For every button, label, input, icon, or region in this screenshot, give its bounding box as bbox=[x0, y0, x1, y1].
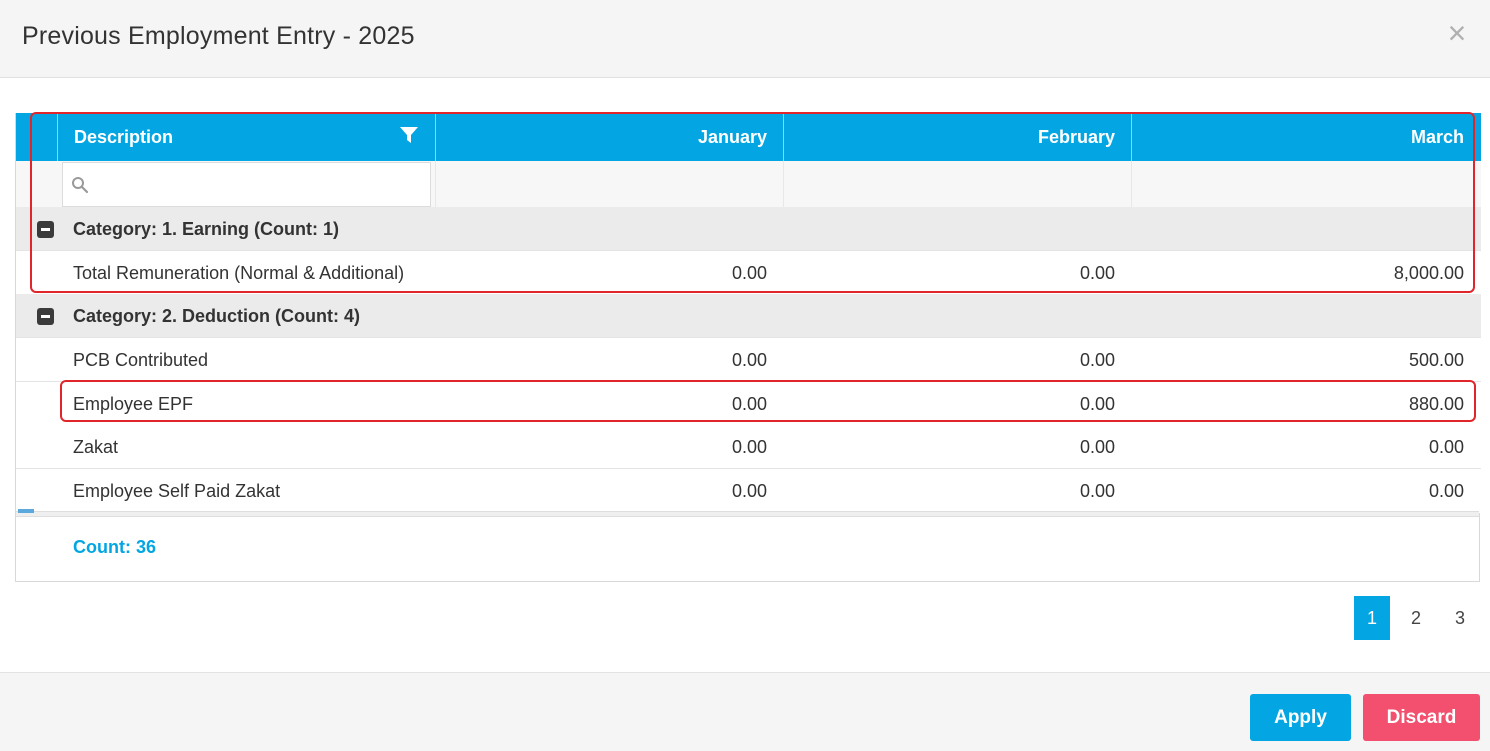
page-button-3[interactable]: 3 bbox=[1442, 596, 1478, 640]
group-row-earning: Category: 1. Earning (Count: 1) bbox=[16, 207, 1481, 251]
cell-description: Total Remuneration (Normal & Additional) bbox=[73, 263, 405, 283]
modal-header: Previous Employment Entry - 2025 × bbox=[0, 0, 1490, 78]
header-february[interactable]: February bbox=[783, 113, 1131, 161]
header-march[interactable]: March bbox=[1131, 113, 1481, 161]
group-label: Category: 1. Earning (Count: 1) bbox=[73, 219, 340, 239]
cell-february[interactable]: 0.00 bbox=[783, 338, 1115, 382]
cell-march[interactable]: 500.00 bbox=[1131, 338, 1464, 382]
cell-february[interactable]: 0.00 bbox=[783, 425, 1115, 469]
header-january[interactable]: January bbox=[435, 113, 783, 161]
collapse-icon[interactable] bbox=[37, 308, 54, 325]
discard-button[interactable]: Discard bbox=[1363, 694, 1480, 741]
cell-march[interactable]: 8,000.00 bbox=[1131, 251, 1464, 295]
cell-january[interactable]: 0.00 bbox=[435, 338, 767, 382]
cell-description: Employee EPF bbox=[73, 394, 194, 414]
header-description[interactable]: Description bbox=[57, 113, 435, 161]
header-description-label: Description bbox=[74, 127, 174, 147]
search-icon bbox=[72, 177, 89, 194]
filter-icon[interactable] bbox=[399, 125, 419, 145]
cell-february[interactable]: 0.00 bbox=[783, 469, 1115, 513]
horizontal-scrollbar[interactable] bbox=[16, 511, 1479, 517]
collapse-icon[interactable] bbox=[37, 221, 54, 238]
description-search-input[interactable] bbox=[62, 162, 431, 207]
table-row[interactable]: PCB Contributed 0.00 0.00 500.00 bbox=[16, 338, 1481, 382]
table-row[interactable]: Total Remuneration (Normal & Additional)… bbox=[16, 251, 1481, 295]
cell-february[interactable]: 0.00 bbox=[783, 382, 1115, 426]
cell-march[interactable]: 880.00 bbox=[1131, 382, 1464, 426]
close-icon[interactable]: × bbox=[1444, 17, 1470, 49]
cell-description: PCB Contributed bbox=[73, 350, 209, 370]
cell-march[interactable]: 0.00 bbox=[1131, 469, 1464, 513]
january-filter-cell bbox=[435, 161, 783, 207]
group-row-deduction: Category: 2. Deduction (Count: 4) bbox=[16, 294, 1481, 338]
cell-march[interactable]: 0.00 bbox=[1131, 425, 1464, 469]
cell-description: Employee Self Paid Zakat bbox=[73, 481, 281, 501]
table-row[interactable]: Employee Self Paid Zakat 0.00 0.00 0.00 bbox=[16, 469, 1481, 513]
cell-january[interactable]: 0.00 bbox=[435, 251, 767, 295]
grid-header-row: Description January February March bbox=[16, 113, 1481, 161]
apply-button[interactable]: Apply bbox=[1250, 694, 1351, 741]
march-filter-cell bbox=[1131, 161, 1481, 207]
total-count: Count: 36 bbox=[73, 537, 156, 557]
cell-january[interactable]: 0.00 bbox=[435, 382, 767, 426]
modal-footer: Apply Discard bbox=[0, 672, 1490, 751]
cell-january[interactable]: 0.00 bbox=[435, 425, 767, 469]
february-filter-cell bbox=[783, 161, 1131, 207]
page-button-2[interactable]: 2 bbox=[1398, 596, 1434, 640]
cell-february[interactable]: 0.00 bbox=[783, 251, 1115, 295]
modal-title: Previous Employment Entry - 2025 bbox=[22, 22, 415, 50]
header-expand-column bbox=[16, 113, 57, 161]
table-row[interactable]: Employee EPF 0.00 0.00 880.00 bbox=[16, 382, 1481, 426]
scroll-position-marker[interactable] bbox=[18, 509, 34, 513]
data-grid: Description January February March Categ… bbox=[15, 113, 1481, 582]
table-row[interactable]: Zakat 0.00 0.00 0.00 bbox=[16, 425, 1481, 469]
cell-description: Zakat bbox=[73, 437, 119, 457]
filter-row bbox=[16, 161, 1481, 207]
group-label: Category: 2. Deduction (Count: 4) bbox=[73, 306, 360, 326]
cell-january[interactable]: 0.00 bbox=[435, 469, 767, 513]
page-button-1[interactable]: 1 bbox=[1354, 596, 1390, 640]
previous-employment-dialog: Previous Employment Entry - 2025 × Descr… bbox=[0, 0, 1490, 751]
